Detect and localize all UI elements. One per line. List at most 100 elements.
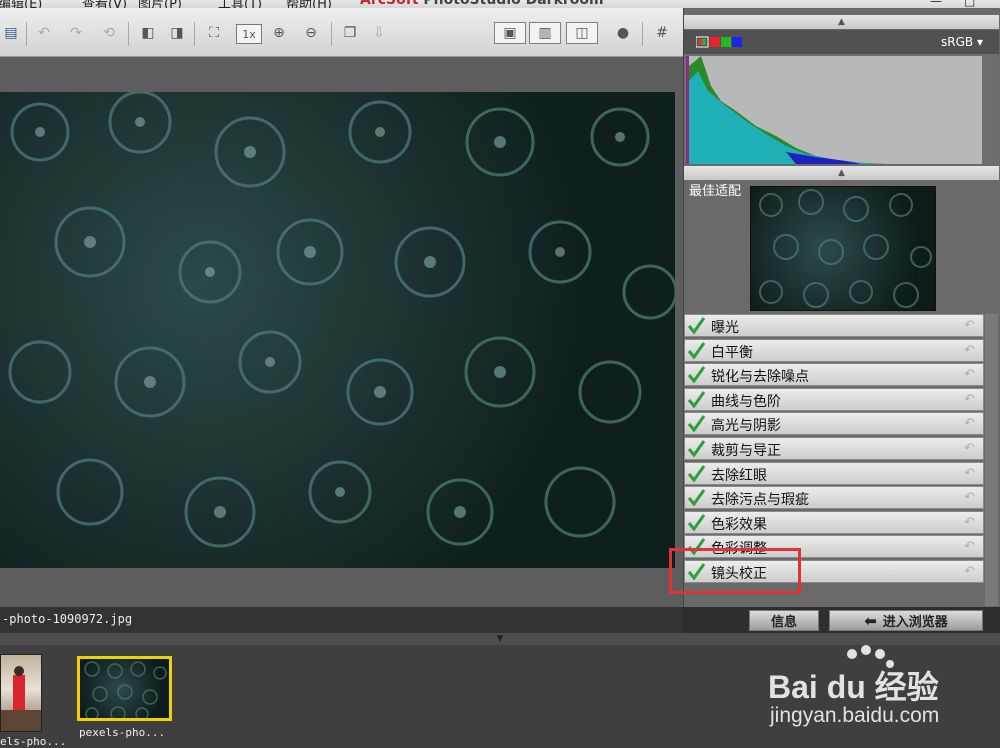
reset-icon[interactable]: ↶ xyxy=(964,490,975,505)
zoom-out-icon[interactable]: ⊖ xyxy=(300,22,322,44)
reset-icon[interactable]: ↶ xyxy=(964,318,975,333)
checkmark-icon xyxy=(687,366,706,384)
undo-icon[interactable]: ↶ xyxy=(33,22,55,44)
tool-label: 色彩效果 xyxy=(711,516,767,533)
tool-highlights-shadows[interactable]: 高光与阴影 ↶ xyxy=(684,412,984,436)
histogram-graph xyxy=(686,56,982,164)
tool-curves-levels[interactable]: 曲线与色阶 ↶ xyxy=(684,387,984,411)
menu-image[interactable]: 图片(P) xyxy=(138,0,182,8)
tool-sharpen-denoise[interactable]: 锐化与去除噪点 ↶ xyxy=(684,363,984,387)
thumbnail-graphic xyxy=(1,666,41,731)
zoom-in-icon[interactable]: ⊕ xyxy=(268,22,290,44)
fit-screen-icon[interactable]: ⛶ xyxy=(203,22,225,44)
actual-size-button[interactable]: 1x xyxy=(236,24,262,44)
toolbar-separator xyxy=(331,22,332,46)
reset-icon[interactable]: ↶ xyxy=(964,367,975,382)
split-view-icon[interactable]: ◫ xyxy=(566,22,598,44)
rotate-left-icon[interactable]: ◧ xyxy=(137,22,159,44)
checkmark-icon xyxy=(687,489,706,507)
thumbnail-graphic xyxy=(759,189,932,308)
annotation-highlight-box xyxy=(669,548,801,594)
toolbar: ▤ ↶ ↷ ⟲ ◧ ◨ ⛶ 1x ⊕ ⊖ ❐ ⇩ ▣ ▥ ◫ ● # xyxy=(0,8,683,57)
reset-icon[interactable]: ↶ xyxy=(964,441,975,456)
tool-label: 去除红眼 xyxy=(711,467,767,484)
thumbnail-caption: pexels-pho... xyxy=(79,726,166,739)
minimize-button[interactable]: — xyxy=(930,0,942,8)
redo-icon[interactable]: ↷ xyxy=(65,22,87,44)
tool-crop-straighten[interactable]: 裁剪与导正 ↶ xyxy=(684,436,984,460)
checkmark-icon xyxy=(687,440,706,458)
thumbnail-caption: els-pho... xyxy=(0,735,67,748)
main-photo[interactable] xyxy=(0,92,675,568)
tool-label: 去除污点与瑕疵 xyxy=(711,492,809,509)
tools-scrollbar[interactable] xyxy=(985,314,998,606)
info-button-label: 信息 xyxy=(770,615,797,630)
reset-icon[interactable]: ↶ xyxy=(964,564,975,579)
grid-icon[interactable]: # xyxy=(651,22,673,44)
navigator-thumbnail[interactable] xyxy=(750,186,936,311)
menu-help[interactable]: 帮助(H) xyxy=(286,0,332,8)
tool-spot-removal[interactable]: 去除污点与瑕疵 ↶ xyxy=(684,486,984,510)
color-space-dropdown[interactable]: sRGB ▾ xyxy=(941,35,983,49)
maximize-button[interactable]: □ xyxy=(964,0,975,8)
menu-edit[interactable]: 编辑(E) xyxy=(0,0,42,8)
histogram-header: sRGB ▾ xyxy=(684,30,999,54)
filmstrip-thumbnail-selected[interactable] xyxy=(77,656,172,721)
enter-browser-button[interactable]: ⬅ 进入浏览器 xyxy=(829,610,983,631)
compare-view-icon[interactable]: ▥ xyxy=(529,22,561,44)
tool-red-eye[interactable]: 去除红眼 ↶ xyxy=(684,461,984,485)
toolbar-separator xyxy=(128,22,129,46)
channel-selector-icon[interactable] xyxy=(696,30,756,54)
arrow-left-icon: ⬅ xyxy=(864,611,877,630)
baidu-jingyan-watermark: Bai du 经验 jingyan.baidu.com xyxy=(760,640,990,735)
rotate-right-icon[interactable]: ◨ xyxy=(166,22,188,44)
reset-icon[interactable]: ↶ xyxy=(964,416,975,431)
histogram-curve xyxy=(686,56,886,164)
color-space-value: sRGB xyxy=(941,35,974,49)
current-filename: -photo-1090972.jpg xyxy=(2,612,133,626)
histogram-panel xyxy=(684,54,999,164)
succulent-photo-graphic xyxy=(8,92,675,548)
preview-collapse-arrow-icon[interactable]: ▲ xyxy=(684,166,999,180)
enter-browser-label: 进入浏览器 xyxy=(882,615,948,630)
tool-label: 白平衡 xyxy=(711,344,753,361)
menu-bar: 编辑(E) 查看(V) 图片(P) 工具(T) 帮助(H) ArcSoft Ph… xyxy=(0,0,1000,8)
reset-icon[interactable]: ↶ xyxy=(964,343,975,358)
reset-icon[interactable]: ↶ xyxy=(964,539,975,554)
reset-icon[interactable]: ↶ xyxy=(964,466,975,481)
menu-view[interactable]: 查看(V) xyxy=(82,0,127,8)
checkmark-icon xyxy=(687,341,706,360)
chevron-down-icon: ▾ xyxy=(976,35,983,49)
save-icon[interactable]: ▤ xyxy=(0,22,22,44)
toolbar-separator xyxy=(26,22,27,46)
histogram-collapse-arrow-icon[interactable]: ▲ xyxy=(684,15,999,29)
tool-exposure[interactable]: 曝光 ↶ xyxy=(684,314,984,337)
copy-icon[interactable]: ❐ xyxy=(339,22,361,44)
reset-icon[interactable]: ↶ xyxy=(964,392,975,407)
checkmark-icon xyxy=(687,513,706,532)
paw-icon xyxy=(847,645,894,668)
tool-label: 曲线与色阶 xyxy=(711,393,781,410)
thumbnail-graphic xyxy=(84,661,167,718)
tool-label: 裁剪与导正 xyxy=(711,442,781,459)
watermark-url: jingyan.baidu.com xyxy=(770,704,940,727)
tool-color-effects[interactable]: 色彩效果 ↶ xyxy=(684,510,984,534)
single-view-icon[interactable]: ▣ xyxy=(494,22,526,44)
tool-white-balance[interactable]: 白平衡 ↶ xyxy=(684,338,984,362)
filmstrip-thumbnail[interactable] xyxy=(0,654,42,732)
app-title: ArcSoft PhotoStudio Darkroom xyxy=(360,0,604,8)
adjustment-tools-list: 曝光 ↶ 白平衡 ↶ 锐化与去除噪点 ↶ 曲线与色阶 ↶ 高光与阴影 ↶ 裁剪与… xyxy=(684,314,984,585)
tool-label: 锐化与去除噪点 xyxy=(711,369,809,386)
export-icon[interactable]: ⇩ xyxy=(368,22,390,44)
app-title-brand: ArcSoft xyxy=(360,0,419,8)
info-button[interactable]: 信息 xyxy=(749,610,819,631)
toolbar-separator xyxy=(642,22,643,46)
reset-icon[interactable]: ↶ xyxy=(964,515,975,530)
tool-label: 曝光 xyxy=(711,320,739,336)
sphere-icon[interactable]: ● xyxy=(612,22,634,44)
menu-tools[interactable]: 工具(T) xyxy=(218,0,262,8)
best-fit-label: 最佳适配 xyxy=(689,184,742,199)
checkmark-icon xyxy=(687,464,706,483)
revert-icon[interactable]: ⟲ xyxy=(98,22,120,44)
toolbar-separator xyxy=(194,22,195,46)
